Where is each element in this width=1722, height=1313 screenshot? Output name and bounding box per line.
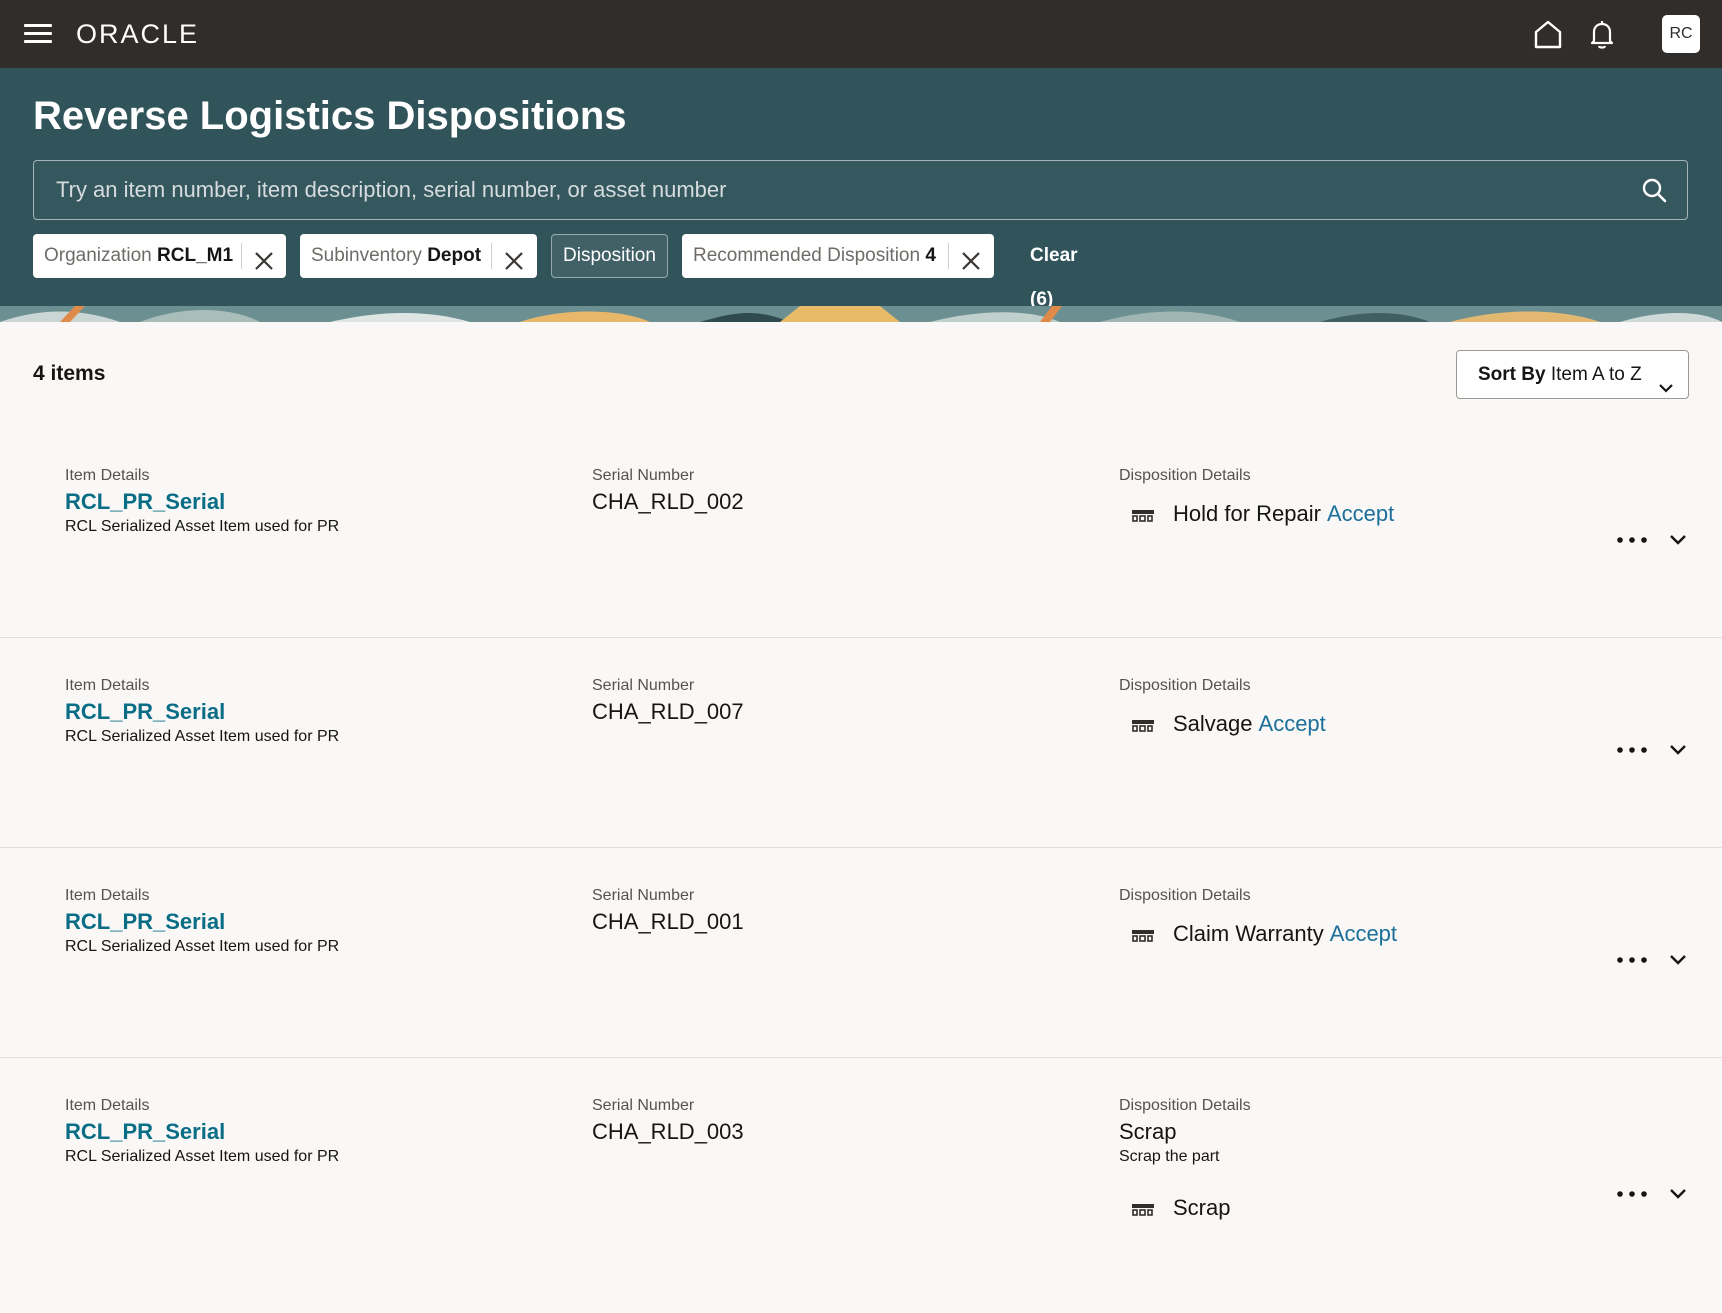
- serial-number: Serial Number CHA_RLD_002: [592, 466, 744, 515]
- filter-chip-subinventory[interactable]: Subinventory Depot: [300, 234, 537, 278]
- accept-link[interactable]: Accept: [1259, 711, 1326, 736]
- filter-value: 4: [925, 245, 936, 266]
- serial-number-value: CHA_RLD_002: [592, 489, 744, 514]
- search-bar: [33, 160, 1688, 220]
- more-icon[interactable]: [1616, 530, 1648, 550]
- filter-chip-recommended-disposition[interactable]: Recommended Disposition 4: [682, 234, 994, 278]
- item-link[interactable]: RCL_PR_Serial: [65, 489, 339, 515]
- serial-number-label: Serial Number: [592, 677, 695, 694]
- item-details: Item Details RCL_PR_Serial RCL Serialize…: [65, 1096, 339, 1167]
- clear-filters-link[interactable]: Clear (6): [1030, 234, 1078, 310]
- filter-key: Organization: [44, 245, 158, 266]
- chevron-down-icon[interactable]: [1668, 740, 1688, 760]
- recommendation-text: Scrap: [1173, 1195, 1231, 1220]
- list-item: Item Details RCL_PR_Serial RCL Serialize…: [0, 428, 1722, 638]
- serial-number-value: CHA_RLD_003: [592, 1119, 744, 1144]
- item-link[interactable]: RCL_PR_Serial: [65, 1119, 339, 1145]
- item-description: RCL Serialized Asset Item used for PR: [65, 938, 340, 955]
- decorative-banner: [0, 306, 1722, 322]
- item-link[interactable]: RCL_PR_Serial: [65, 699, 339, 725]
- item-details-label: Item Details: [65, 677, 150, 694]
- filter-value: Depot: [427, 245, 482, 266]
- disposition-value: Scrap: [1119, 1119, 1177, 1144]
- menu-icon[interactable]: [24, 24, 52, 44]
- list-item: Item Details RCL_PR_Serial RCL Serialize…: [0, 638, 1722, 848]
- more-icon[interactable]: [1616, 950, 1648, 970]
- chevron-down-icon[interactable]: [1668, 1184, 1688, 1204]
- recommendation-text: Salvage: [1173, 711, 1253, 736]
- disposition-details-label: Disposition Details: [1119, 467, 1251, 484]
- disposition-details: Disposition Details Claim Warranty Accept: [1119, 886, 1439, 946]
- recommendation-text: Hold for Repair: [1173, 501, 1321, 526]
- serial-number: Serial Number CHA_RLD_007: [592, 676, 744, 725]
- item-details: Item Details RCL_PR_Serial RCL Serialize…: [65, 676, 339, 747]
- chevron-down-icon: [1658, 367, 1674, 393]
- item-link[interactable]: RCL_PR_Serial: [65, 909, 339, 935]
- filter-chip-organization[interactable]: Organization RCL_M1: [33, 234, 286, 278]
- search-icon[interactable]: [1641, 177, 1667, 203]
- disposition-note: Scrap the part: [1119, 1148, 1220, 1165]
- results-count: 4 items: [33, 362, 106, 385]
- page-title: Reverse Logistics Dispositions: [33, 94, 627, 138]
- filter-key: Recommended Disposition: [693, 245, 926, 266]
- more-icon[interactable]: [1616, 1184, 1648, 1204]
- serial-number: Serial Number CHA_RLD_003: [592, 1096, 744, 1145]
- item-description: RCL Serialized Asset Item used for PR: [65, 1148, 340, 1165]
- disposition-icon: [1131, 717, 1155, 733]
- serial-number: Serial Number CHA_RLD_001: [592, 886, 744, 935]
- disposition-details-label: Disposition Details: [1119, 1097, 1251, 1114]
- filter-chip-disposition[interactable]: Disposition: [551, 234, 668, 278]
- accept-link[interactable]: Accept: [1327, 501, 1394, 526]
- sort-dropdown[interactable]: Sort By Item A to Z: [1456, 350, 1689, 399]
- user-avatar[interactable]: RC: [1662, 15, 1700, 53]
- disposition-icon: [1131, 927, 1155, 943]
- serial-number-label: Serial Number: [592, 1097, 695, 1114]
- item-details-label: Item Details: [65, 1097, 150, 1114]
- disposition-details: Disposition Details Hold for Repair Accep…: [1119, 466, 1439, 526]
- sort-key: Sort By: [1478, 364, 1546, 385]
- search-input[interactable]: [56, 161, 1616, 219]
- recommendation-text: Claim Warranty: [1173, 921, 1324, 946]
- page-header: Reverse Logistics Dispositions Organizat…: [0, 68, 1722, 322]
- item-description: RCL Serialized Asset Item used for PR: [65, 728, 340, 745]
- serial-number-value: CHA_RLD_007: [592, 699, 744, 724]
- item-details: Item Details RCL_PR_Serial RCL Serialize…: [65, 886, 339, 957]
- disposition-icon: [1131, 507, 1155, 523]
- filter-value: RCL_M1: [157, 245, 234, 266]
- chevron-down-icon[interactable]: [1668, 530, 1688, 550]
- disposition-details-label: Disposition Details: [1119, 887, 1251, 904]
- item-details-label: Item Details: [65, 887, 150, 904]
- disposition-details-label: Disposition Details: [1119, 677, 1251, 694]
- global-header: ORACLE RC: [0, 0, 1722, 68]
- serial-number-label: Serial Number: [592, 467, 695, 484]
- bell-icon[interactable]: [1584, 16, 1620, 52]
- list-item: Item Details RCL_PR_Serial RCL Serialize…: [0, 848, 1722, 1058]
- close-icon[interactable]: [503, 245, 525, 270]
- disposition-icon: [1131, 1201, 1155, 1217]
- chevron-down-icon[interactable]: [1668, 950, 1688, 970]
- accept-link[interactable]: Accept: [1330, 921, 1397, 946]
- item-description: RCL Serialized Asset Item used for PR: [65, 518, 340, 535]
- home-icon[interactable]: [1530, 16, 1566, 52]
- serial-number-value: CHA_RLD_001: [592, 909, 744, 934]
- oracle-logo: ORACLE: [76, 19, 200, 49]
- serial-number-label: Serial Number: [592, 887, 695, 904]
- more-icon[interactable]: [1616, 740, 1648, 760]
- item-details: Item Details RCL_PR_Serial RCL Serialize…: [65, 466, 339, 537]
- disposition-details: Disposition Details Salvage Accept: [1119, 676, 1439, 736]
- item-details-label: Item Details: [65, 467, 150, 484]
- close-icon[interactable]: [253, 245, 275, 270]
- disposition-details: Disposition Details Scrap Scrap the part…: [1119, 1096, 1439, 1236]
- sort-value: Item A to Z: [1550, 364, 1642, 385]
- filter-key: Subinventory: [311, 245, 428, 266]
- close-icon[interactable]: [960, 245, 982, 270]
- list-item: Item Details RCL_PR_Serial RCL Serialize…: [0, 1058, 1722, 1313]
